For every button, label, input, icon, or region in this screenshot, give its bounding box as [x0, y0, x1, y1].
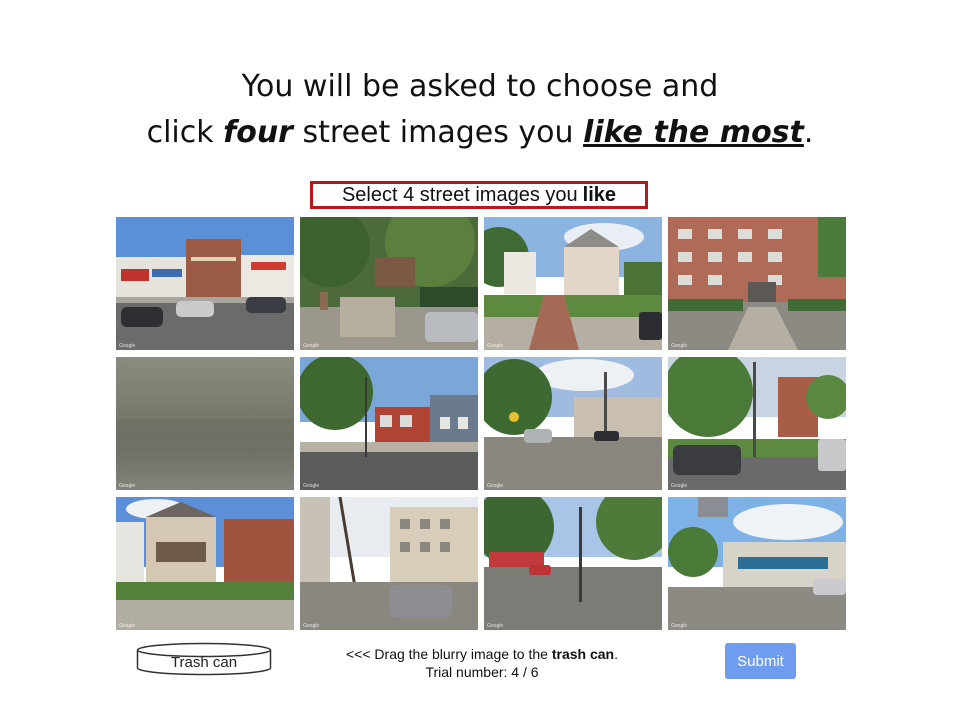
street-image-graphic [668, 497, 846, 630]
image-watermark: Google [119, 623, 136, 629]
trash-can-label: Trash can [170, 654, 238, 671]
street-image-graphic [300, 497, 478, 630]
street-image-9[interactable]: Google [116, 497, 294, 630]
trash-can[interactable]: Trash can [136, 642, 272, 676]
trial-number-label: Trial number: [425, 664, 512, 680]
street-image-graphic [668, 217, 846, 350]
street-image-3[interactable]: Google [484, 217, 662, 350]
image-watermark: Google [487, 483, 504, 489]
street-image-graphic [484, 217, 662, 350]
image-watermark: Google [487, 623, 504, 629]
task-prompt: Select 4 street images you like [310, 181, 648, 209]
heading-text: click [146, 115, 224, 150]
street-image-10[interactable]: Google [300, 497, 478, 630]
street-image-graphic [300, 357, 478, 490]
submit-button[interactable]: Submit [725, 643, 796, 679]
drag-instruction-text: <<< Drag the blurry image to the [346, 646, 552, 662]
image-watermark: Google [487, 343, 504, 349]
trial-number-value: 4 / 6 [511, 664, 539, 680]
blurry-image-graphic [116, 357, 294, 490]
image-watermark: Google [671, 623, 688, 629]
task-prompt-bold: like [582, 183, 617, 206]
street-image-7[interactable]: Google [484, 357, 662, 490]
street-image-12[interactable]: Google [668, 497, 846, 630]
street-image-graphic [116, 497, 294, 630]
heading-emphasis-like: like the most [583, 115, 804, 150]
image-watermark: Google [119, 483, 136, 489]
street-image-graphic [484, 357, 662, 490]
street-image-graphic [668, 357, 846, 490]
drag-instructions: <<< Drag the blurry image to the trash c… [330, 645, 634, 681]
heading-text: street images you [292, 115, 584, 150]
drag-instruction-text: . [614, 646, 618, 662]
drag-instruction-line: <<< Drag the blurry image to the trash c… [330, 645, 634, 663]
heading-text: . [803, 115, 814, 150]
task-prompt-text: Select 4 street images you [341, 183, 578, 206]
instruction-heading: You will be asked to choose and click fo… [0, 64, 960, 156]
street-image-6[interactable]: Google [300, 357, 478, 490]
street-image-graphic [116, 217, 294, 350]
heading-emphasis-four: four [223, 115, 293, 150]
image-watermark: Google [671, 483, 688, 489]
trial-number: Trial number: 4 / 6 [330, 663, 634, 681]
image-watermark: Google [303, 623, 320, 629]
street-image-5-blurry[interactable]: Google [116, 357, 294, 490]
image-watermark: Google [119, 343, 136, 349]
heading-line-2: click four street images you like the mo… [0, 110, 960, 156]
heading-line-1: You will be asked to choose and [241, 69, 719, 104]
street-image-graphic [484, 497, 662, 630]
image-watermark: Google [671, 343, 688, 349]
street-image-8[interactable]: Google [668, 357, 846, 490]
image-watermark: Google [303, 343, 320, 349]
street-image-1[interactable]: Google [116, 217, 294, 350]
street-image-2[interactable]: Google [300, 217, 478, 350]
image-watermark: Google [303, 483, 320, 489]
image-grid: Google Google Google Google Google Googl… [116, 217, 848, 631]
street-image-graphic [300, 217, 478, 350]
street-image-11[interactable]: Google [484, 497, 662, 630]
street-image-4[interactable]: Google [668, 217, 846, 350]
drag-instruction-bold: trash can [551, 646, 615, 662]
